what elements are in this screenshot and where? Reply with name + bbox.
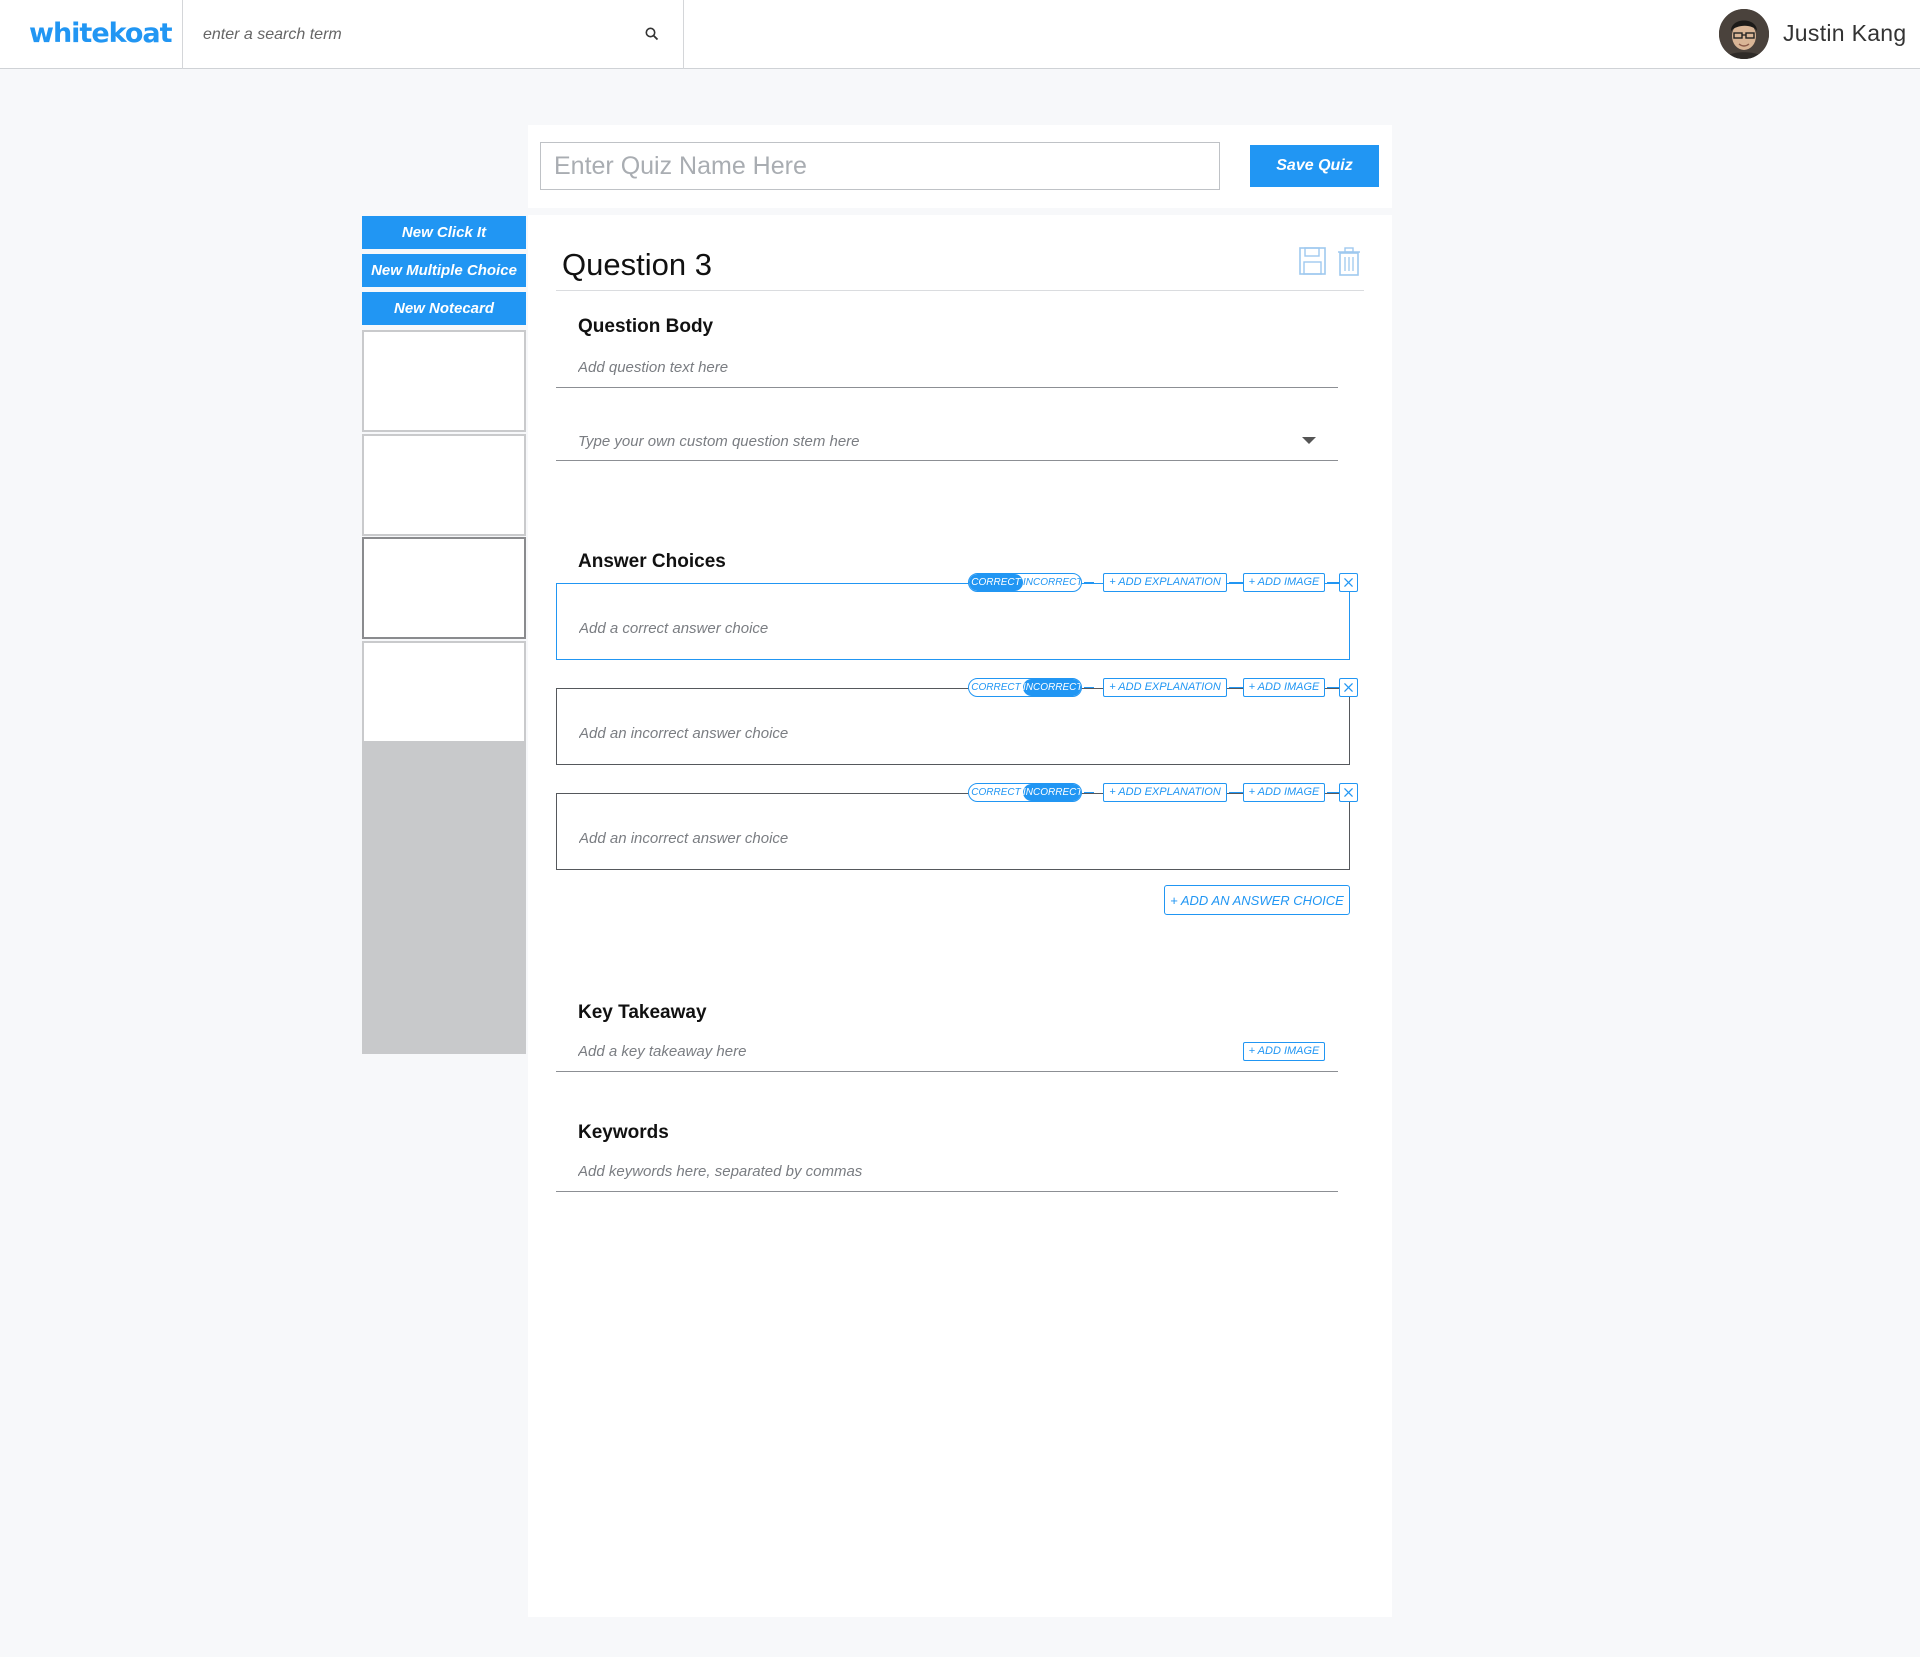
correct-option[interactable]: CORRECT: [969, 574, 1023, 591]
incorrect-option[interactable]: INCORRECT: [1023, 679, 1081, 696]
title-divider: [556, 290, 1364, 291]
answer-choice-input[interactable]: [579, 620, 1179, 637]
user-name[interactable]: Justin Kang: [1783, 20, 1907, 47]
add-image-button[interactable]: + ADD IMAGE: [1243, 783, 1325, 802]
add-image-button[interactable]: + ADD IMAGE: [1243, 1042, 1325, 1061]
correct-option[interactable]: CORRECT: [969, 784, 1023, 801]
thumbnail-scroll-area: [362, 740, 526, 1054]
close-icon[interactable]: [1339, 678, 1358, 697]
new-click-it-button[interactable]: New Click It: [362, 216, 526, 249]
add-answer-choice-button[interactable]: + ADD AN ANSWER CHOICE: [1164, 885, 1350, 915]
correct-incorrect-toggle[interactable]: CORRECT INCORRECT: [968, 573, 1082, 592]
new-multiple-choice-button[interactable]: New Multiple Choice: [362, 254, 526, 287]
avatar[interactable]: [1719, 9, 1769, 59]
question-editor: Question 3 Question Body Type your own c…: [528, 215, 1392, 1617]
answer-choice-input[interactable]: [579, 830, 1179, 847]
question-thumbnail-3[interactable]: [362, 537, 526, 639]
question-thumbnail-4[interactable]: [362, 641, 526, 741]
question-thumbnail-1[interactable]: [362, 330, 526, 432]
add-explanation-button[interactable]: + ADD EXPLANATION: [1103, 573, 1227, 592]
quiz-name-input[interactable]: [540, 142, 1220, 190]
add-explanation-button[interactable]: + ADD EXPLANATION: [1103, 783, 1227, 802]
question-body-input[interactable]: [556, 348, 1338, 388]
question-stem-dropdown[interactable]: Type your own custom question stem here: [556, 421, 1338, 461]
answer-choices-heading: Answer Choices: [578, 551, 726, 572]
answer-choice-box[interactable]: [556, 583, 1350, 660]
keywords-heading: Keywords: [578, 1122, 669, 1143]
add-image-button[interactable]: + ADD IMAGE: [1243, 678, 1325, 697]
key-takeaway-heading: Key Takeaway: [578, 1002, 707, 1023]
correct-incorrect-toggle[interactable]: CORRECT INCORRECT: [968, 678, 1082, 697]
question-thumbnail-2[interactable]: [362, 434, 526, 536]
add-image-button[interactable]: + ADD IMAGE: [1243, 573, 1325, 592]
caret-down-icon: [1302, 437, 1316, 444]
key-takeaway-input[interactable]: [556, 1032, 1338, 1072]
question-body-heading: Question Body: [578, 316, 714, 337]
answer-choice-box[interactable]: [556, 688, 1350, 765]
search-icon[interactable]: [644, 26, 660, 42]
add-explanation-button[interactable]: + ADD EXPLANATION: [1103, 678, 1227, 697]
incorrect-option[interactable]: INCORRECT: [1023, 574, 1081, 591]
correct-incorrect-toggle[interactable]: CORRECT INCORRECT: [968, 783, 1082, 802]
quiz-name-panel: Save Quiz: [528, 125, 1392, 208]
trash-icon[interactable]: [1335, 245, 1365, 277]
new-notecard-button[interactable]: New Notecard: [362, 292, 526, 325]
search-bar: [182, 0, 684, 69]
logo[interactable]: whitekoat: [29, 18, 173, 49]
search-input[interactable]: [203, 22, 623, 48]
keywords-input[interactable]: [556, 1152, 1338, 1192]
answer-choice-input[interactable]: [579, 725, 1179, 742]
save-icon[interactable]: [1298, 245, 1328, 277]
answer-choice-box[interactable]: [556, 793, 1350, 870]
close-icon[interactable]: [1339, 573, 1358, 592]
close-icon[interactable]: [1339, 783, 1358, 802]
question-title: Question 3: [562, 247, 712, 282]
incorrect-option[interactable]: INCORRECT: [1023, 784, 1081, 801]
correct-option[interactable]: CORRECT: [969, 679, 1023, 696]
save-quiz-button[interactable]: Save Quiz: [1250, 145, 1379, 187]
top-bar: whitekoat Justin Kang: [0, 0, 1920, 69]
question-stem-placeholder: Type your own custom question stem here: [578, 433, 860, 450]
